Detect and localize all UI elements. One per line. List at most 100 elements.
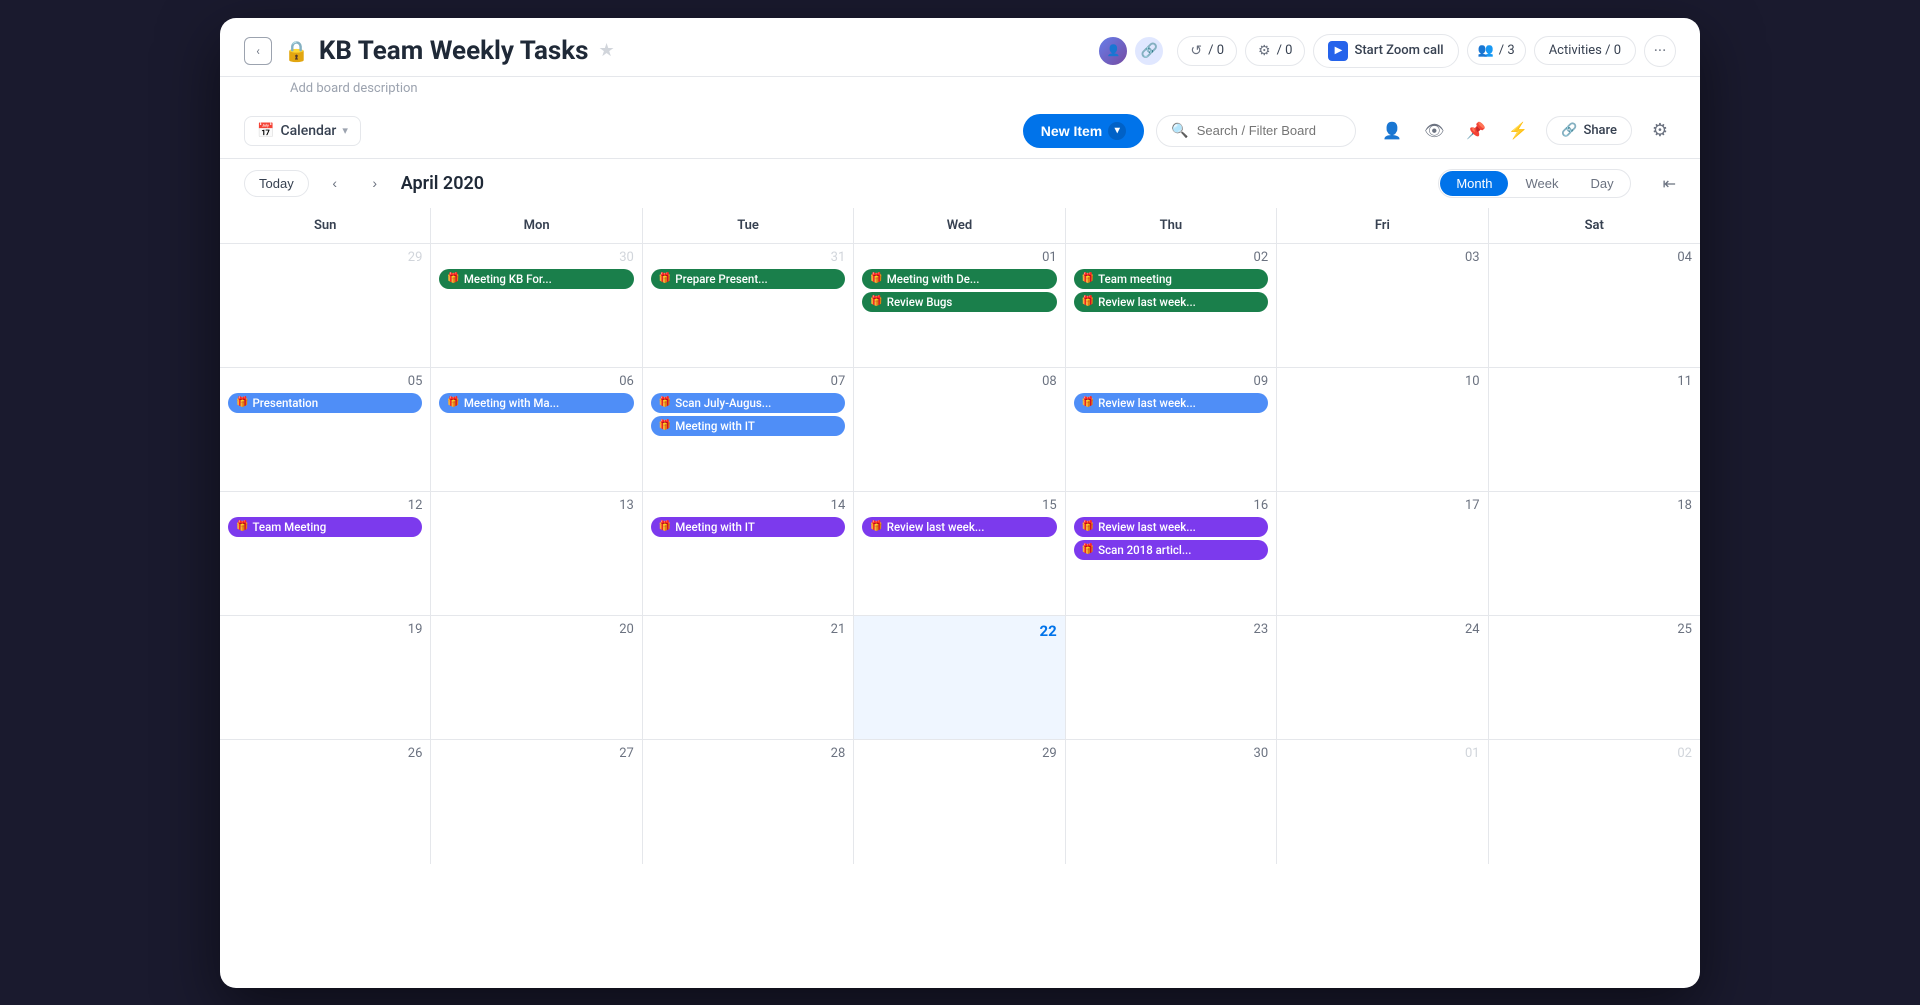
collapse-icon[interactable]: ⇤ xyxy=(1663,174,1676,193)
search-box[interactable]: 🔍 xyxy=(1156,115,1356,147)
view-tab-week[interactable]: Week xyxy=(1509,171,1574,196)
event-icon: 🎁 xyxy=(870,521,882,532)
calendar-cell[interactable]: 27 xyxy=(431,740,642,864)
share-button[interactable]: 🔗 Share xyxy=(1546,116,1632,145)
day-number: 31 xyxy=(651,250,845,265)
calendar-cell[interactable]: 11 xyxy=(1489,368,1700,491)
calendar-cell[interactable]: 01🎁Meeting with De...🎁Review Bugs xyxy=(854,244,1065,367)
view-tab-day[interactable]: Day xyxy=(1574,171,1629,196)
calendar-cell[interactable]: 20 xyxy=(431,616,642,739)
calendar-cell[interactable]: 21 xyxy=(643,616,854,739)
calendar-cell[interactable]: 30 xyxy=(1066,740,1277,864)
calendar-cell[interactable]: 03 xyxy=(1277,244,1488,367)
calendar-week: 26 27 28 29300102 xyxy=(220,740,1700,864)
calendar-cell[interactable]: 08 xyxy=(854,368,1065,491)
today-button[interactable]: Today xyxy=(244,170,309,197)
pin-button[interactable]: 📌 xyxy=(1460,115,1492,147)
event-icon: 🎁 xyxy=(447,273,459,284)
avatar-overlap: 🔗 xyxy=(1133,35,1165,67)
day-number: 26 xyxy=(228,746,422,761)
calendar-event[interactable]: 🎁Scan 2018 articl... xyxy=(1074,540,1268,560)
calendar-cell[interactable]: 26 xyxy=(220,740,431,864)
calendar-cell[interactable]: 16🎁Review last week...🎁Scan 2018 articl.… xyxy=(1066,492,1277,615)
event-icon: 🎁 xyxy=(659,273,671,284)
event-label: Scan July-Augus... xyxy=(675,396,771,410)
board-description[interactable]: Add board description xyxy=(220,77,1700,104)
calendar-event[interactable]: 🎁Meeting with Ma... xyxy=(439,393,633,413)
event-icon: 🎁 xyxy=(1082,273,1094,284)
next-month-button[interactable]: › xyxy=(361,169,389,197)
calendar-event[interactable]: 🎁Meeting with IT xyxy=(651,416,845,436)
day-number: 23 xyxy=(1074,622,1268,637)
automations-button[interactable]: ⚙ / 0 xyxy=(1245,36,1305,66)
undo-button[interactable]: ↺ / 0 xyxy=(1177,36,1237,66)
calendar-cell[interactable]: 18 xyxy=(1489,492,1700,615)
event-label: Prepare Present... xyxy=(675,272,767,286)
calendar-cell[interactable]: 19 xyxy=(220,616,431,739)
sidebar-toggle[interactable]: ‹ xyxy=(244,37,272,65)
calendar-event[interactable]: 🎁Review last week... xyxy=(1074,517,1268,537)
calendar-cell[interactable]: 25 xyxy=(1489,616,1700,739)
day-number: 13 xyxy=(439,498,633,513)
calendar-cell[interactable]: 01 xyxy=(1277,740,1488,864)
calendar-cell[interactable]: 02🎁Team meeting🎁Review last week... xyxy=(1066,244,1277,367)
calendar-cell[interactable]: 22 xyxy=(854,616,1065,739)
avatar-user: 👤 xyxy=(1097,35,1129,67)
calendar-cell[interactable]: 10 xyxy=(1277,368,1488,491)
eye-filter-button[interactable]: 👁 xyxy=(1418,115,1450,147)
event-label: Meeting with De... xyxy=(887,272,980,286)
day-number: 28 xyxy=(651,746,845,761)
zoom-call-button[interactable]: ▶ Start Zoom call xyxy=(1313,34,1458,68)
calendar-cell[interactable]: 24 xyxy=(1277,616,1488,739)
calendar-cell[interactable]: 14🎁Meeting with IT xyxy=(643,492,854,615)
calendar-cell[interactable]: 29 xyxy=(854,740,1065,864)
star-icon[interactable]: ★ xyxy=(598,40,614,61)
calendar-event[interactable]: 🎁Meeting with IT xyxy=(651,517,845,537)
calendar-event[interactable]: 🎁 Prepare Present... xyxy=(651,269,845,289)
people-button[interactable]: 👥 / 3 xyxy=(1467,36,1526,65)
calendar-event[interactable]: 🎁Review last week... xyxy=(1074,393,1268,413)
search-input[interactable] xyxy=(1197,123,1337,138)
person-filter-button[interactable]: 👤 xyxy=(1376,115,1408,147)
calendar-event[interactable]: 🎁Review Bugs xyxy=(862,292,1056,312)
calendar-cell[interactable]: 28 xyxy=(643,740,854,864)
more-options-button[interactable]: ··· xyxy=(1644,35,1676,67)
event-label: Meeting KB For... xyxy=(464,272,552,286)
calendar-event[interactable]: 🎁Review last week... xyxy=(1074,292,1268,312)
calendar-cell[interactable]: 29 xyxy=(220,244,431,367)
calendar-cell[interactable]: 05🎁Presentation xyxy=(220,368,431,491)
event-icon: 🎁 xyxy=(1082,397,1094,408)
calendar-event[interactable]: 🎁Review last week... xyxy=(862,517,1056,537)
prev-month-button[interactable]: ‹ xyxy=(321,169,349,197)
calendar-cell[interactable]: 30 🎁 Meeting KB For... xyxy=(431,244,642,367)
calendar-cell[interactable]: 23 xyxy=(1066,616,1277,739)
new-item-button[interactable]: New Item ▾ xyxy=(1023,114,1144,148)
calendar-cell[interactable]: 04 xyxy=(1489,244,1700,367)
search-icon: 🔍 xyxy=(1171,123,1188,139)
calendar-cell[interactable]: 09🎁Review last week... xyxy=(1066,368,1277,491)
calendar-cell[interactable]: 02 xyxy=(1489,740,1700,864)
calendar-cell[interactable]: 13 xyxy=(431,492,642,615)
calendar-event[interactable]: 🎁Team meeting xyxy=(1074,269,1268,289)
calendar-cell[interactable]: 31 🎁 Prepare Present... xyxy=(643,244,854,367)
calendar-view-select[interactable]: 📅 Calendar ▾ xyxy=(244,116,361,146)
calendar-event[interactable]: 🎁 Meeting KB For... xyxy=(439,269,633,289)
calendar-cell[interactable]: 07🎁Scan July-Augus...🎁Meeting with IT xyxy=(643,368,854,491)
filter-button[interactable]: ⚡ xyxy=(1502,115,1534,147)
activities-button[interactable]: Activities / 0 xyxy=(1534,36,1636,65)
calendar-event[interactable]: 🎁Presentation xyxy=(228,393,422,413)
calendar-week: 05🎁Presentation06🎁Meeting with Ma...07🎁S… xyxy=(220,368,1700,492)
calendar-event[interactable]: 🎁Meeting with De... xyxy=(862,269,1056,289)
month-title: April 2020 xyxy=(401,173,484,194)
calendar-cell[interactable]: 12🎁Team Meeting xyxy=(220,492,431,615)
calendar-cell[interactable]: 17 xyxy=(1277,492,1488,615)
calendar-cell[interactable]: 15🎁Review last week... xyxy=(854,492,1065,615)
event-icon: 🎁 xyxy=(659,420,671,431)
calendar-cell[interactable]: 06🎁Meeting with Ma... xyxy=(431,368,642,491)
day-number: 30 xyxy=(439,250,633,265)
avatar-group: 👤 🔗 xyxy=(1097,35,1165,67)
settings-button[interactable]: ⚙ xyxy=(1644,115,1676,147)
view-tab-month[interactable]: Month xyxy=(1440,171,1508,196)
calendar-event[interactable]: 🎁Team Meeting xyxy=(228,517,422,537)
calendar-event[interactable]: 🎁Scan July-Augus... xyxy=(651,393,845,413)
